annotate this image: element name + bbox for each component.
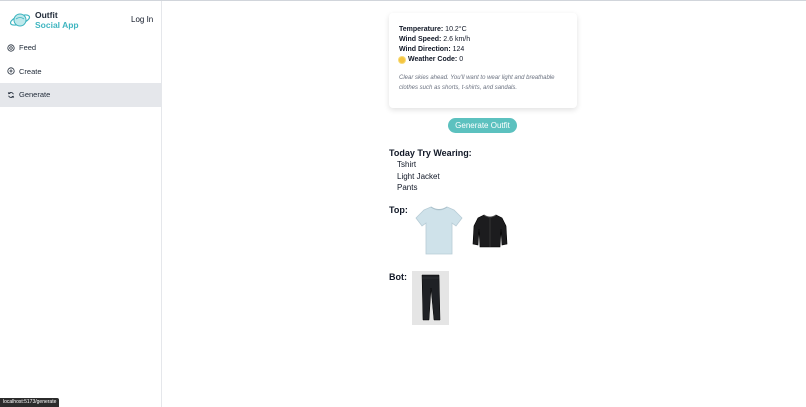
sidebar-item-label: Create	[19, 66, 42, 76]
weather-code-row: Weather Code: 0	[399, 55, 567, 65]
top-section-label: Top:	[389, 205, 408, 215]
jacket-image	[471, 212, 509, 249]
weather-code-value: 0	[459, 56, 464, 63]
bottom-section-label: Bot:	[389, 272, 407, 282]
plus-circle-icon	[7, 67, 15, 75]
wind-direction-label: Wind Direction:	[399, 46, 451, 53]
sidebar-item-generate[interactable]: Generate	[0, 83, 161, 107]
temperature-label: Temperature:	[399, 26, 444, 33]
status-bar-url: localhost:5173/generate	[0, 398, 60, 407]
sidebar-item-feed[interactable]: Feed	[0, 36, 161, 60]
sidebar-nav: Feed Create Generate	[0, 36, 161, 107]
jacket-icon	[472, 214, 508, 248]
temperature-row: Temperature: 10.2°C	[399, 25, 567, 35]
sidebar-item-label: Feed	[19, 43, 37, 53]
sidebar-item-label: Generate	[19, 90, 51, 100]
sidebar-item-create[interactable]: Create	[0, 60, 161, 84]
list-item: Light Jacket	[397, 171, 440, 181]
main-content: Temperature: 10.2°C Wind Speed: 2.6 km/h…	[162, 1, 806, 407]
wind-direction-row: Wind Direction: 124	[399, 45, 567, 55]
login-button[interactable]: Log In	[131, 15, 153, 24]
sun-icon	[399, 57, 405, 63]
tshirt-icon	[415, 206, 463, 255]
sidebar: Outfit Social App Log In Feed Create Gen…	[0, 1, 162, 407]
list-item: Tshirt	[397, 160, 417, 169]
suggestion-list: Tshirt Light Jacket Pants	[397, 159, 440, 194]
planet-logo-icon	[9, 13, 31, 27]
pants-image	[412, 271, 449, 325]
weather-description: Clear skies ahead. You'll want to wear l…	[399, 75, 555, 91]
list-item: Pants	[397, 183, 418, 192]
feed-icon	[7, 44, 15, 52]
wind-speed-row: Wind Speed: 2.6 km/h	[399, 35, 567, 45]
wind-direction-value: 124	[452, 46, 465, 53]
suggestion-title: Today Try Wearing:	[389, 148, 472, 158]
weather-card: Temperature: 10.2°C Wind Speed: 2.6 km/h…	[389, 13, 577, 108]
wind-speed-value: 2.6 km/h	[443, 36, 471, 43]
tshirt-image	[414, 204, 464, 256]
brand-subtitle: Social App	[35, 20, 79, 30]
pants-icon	[421, 274, 441, 321]
brand-title: Outfit	[35, 10, 58, 20]
weather-code-label: Weather Code:	[408, 56, 458, 63]
brand[interactable]: Outfit Social App	[9, 10, 79, 30]
temperature-value: 10.2°C	[445, 26, 467, 33]
generate-outfit-button[interactable]: Generate Outfit	[448, 118, 517, 133]
brand-text: Outfit Social App	[35, 10, 79, 30]
refresh-icon	[7, 91, 15, 98]
wind-speed-label: Wind Speed:	[399, 36, 442, 43]
